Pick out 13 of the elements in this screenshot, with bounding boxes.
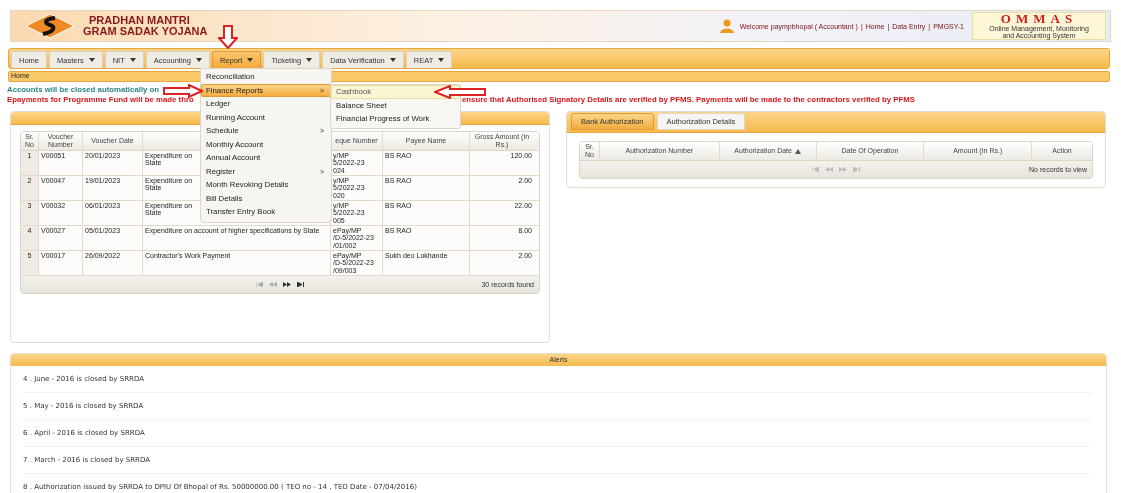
user-icon <box>719 19 734 33</box>
previous-page-icon[interactable] <box>825 167 833 172</box>
site-title: PRADHAN MANTRI <box>89 15 191 26</box>
annotation-arrow <box>163 84 203 98</box>
road-logo-icon <box>25 13 75 39</box>
first-page-icon[interactable] <box>812 167 819 172</box>
previous-page-icon[interactable] <box>269 282 277 287</box>
last-page-icon[interactable] <box>297 282 304 287</box>
annotation-arrow <box>218 25 238 49</box>
logo-name: OMMAS <box>1000 13 1078 25</box>
first-page-icon[interactable] <box>256 282 263 287</box>
next-page-icon[interactable] <box>283 282 291 287</box>
site-title: GRAM SADAK YOJANA <box>83 26 208 37</box>
